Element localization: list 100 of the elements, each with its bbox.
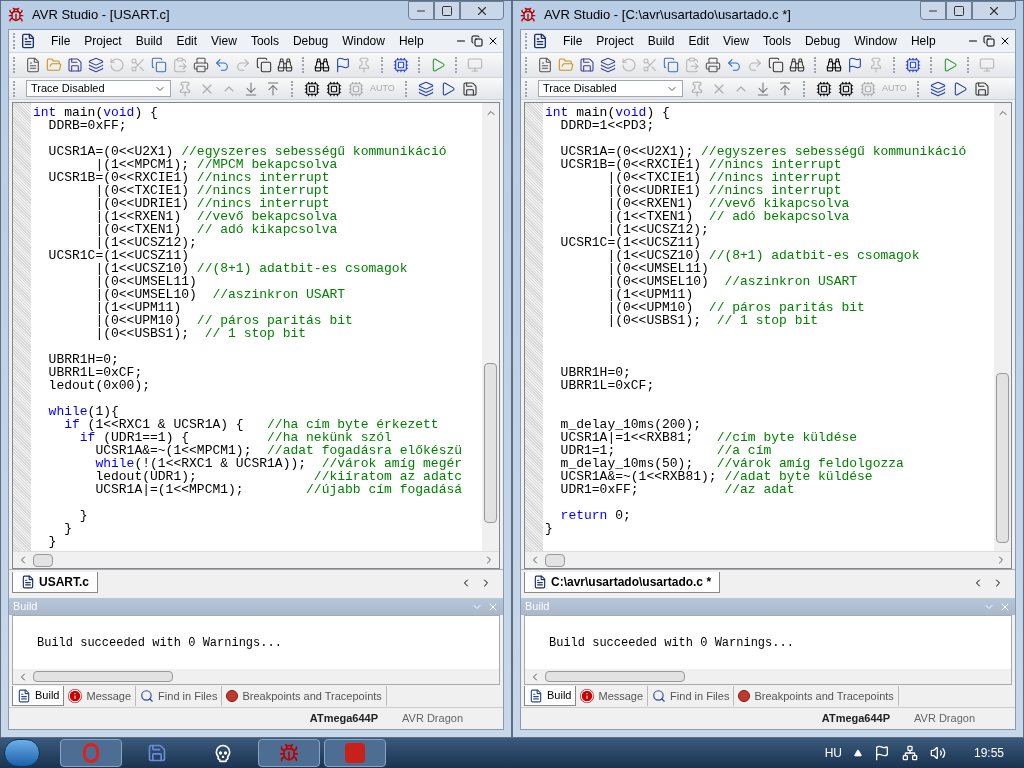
- panel-tab[interactable]: Build: [524, 686, 577, 706]
- stack-icon[interactable]: [461, 80, 478, 97]
- save-all-icon[interactable]: [88, 57, 104, 73]
- menu-item[interactable]: Window: [335, 32, 392, 50]
- document-tab[interactable]: C:\avr\usartado\usartado.c *: [524, 572, 721, 593]
- menu-item[interactable]: File: [44, 32, 78, 50]
- scrollbar-thumb[interactable]: [545, 553, 565, 567]
- menu-item[interactable]: Edit: [681, 32, 717, 50]
- start-button[interactable]: [4, 739, 40, 767]
- windows-icon[interactable]: [256, 57, 272, 73]
- trace-dropdown[interactable]: Trace Disabled: [538, 80, 683, 97]
- save-all-icon[interactable]: [600, 57, 616, 73]
- run-icon[interactable]: [942, 57, 958, 73]
- menu-item[interactable]: Help: [903, 32, 943, 50]
- scrollbar-thumb[interactable]: [996, 373, 1009, 543]
- menu-item[interactable]: View: [716, 32, 756, 50]
- scrollbar-thumb[interactable]: [33, 553, 53, 567]
- panel-tab[interactable]: Message: [576, 686, 649, 706]
- arrow-down-icon[interactable]: [243, 80, 259, 97]
- save-icon[interactable]: [67, 57, 83, 73]
- menu-item[interactable]: Edit: [169, 32, 205, 50]
- panel-tab[interactable]: Build: [12, 686, 65, 706]
- arrow-up-icon[interactable]: [777, 80, 793, 97]
- tool-status: AVR Dragon: [914, 711, 975, 727]
- flag-icon[interactable]: [847, 57, 863, 73]
- printer-icon[interactable]: [705, 57, 721, 73]
- chip-icon[interactable]: [905, 57, 921, 73]
- document-tab[interactable]: USART.c: [12, 572, 98, 593]
- new-file-icon[interactable]: [25, 57, 41, 73]
- trace-dropdown[interactable]: Trace Disabled: [26, 80, 171, 97]
- language-indicator[interactable]: HU: [824, 744, 842, 762]
- panel-tab[interactable]: Message: [64, 686, 137, 706]
- scrollbar-thumb[interactable]: [484, 363, 497, 523]
- vertical-scrollbar[interactable]: [994, 103, 1011, 551]
- menu-item[interactable]: Build: [128, 32, 170, 50]
- horizontal-scrollbar[interactable]: [13, 551, 499, 568]
- menu-item[interactable]: Help: [391, 32, 431, 50]
- horizontal-scrollbar[interactable]: [13, 669, 499, 684]
- close-icon[interactable]: [999, 35, 1011, 47]
- arrow-down-icon[interactable]: [755, 80, 771, 97]
- speaker-icon[interactable]: [929, 745, 946, 761]
- windows-icon[interactable]: [768, 57, 784, 73]
- binoculars-icon[interactable]: [314, 57, 330, 73]
- copy-icon[interactable]: [151, 57, 167, 73]
- chip-icon[interactable]: [393, 57, 409, 73]
- menu-item[interactable]: Tools: [755, 32, 798, 50]
- document-icon[interactable]: [20, 33, 36, 49]
- document-icon[interactable]: [532, 33, 548, 49]
- menu-item[interactable]: Build: [640, 32, 682, 50]
- horizontal-scrollbar[interactable]: [525, 669, 1011, 684]
- menu-item[interactable]: Project: [589, 32, 641, 50]
- menu-item[interactable]: Debug: [285, 32, 336, 50]
- copy-icon[interactable]: [663, 57, 679, 73]
- arrow-up-icon[interactable]: [265, 80, 281, 97]
- clock[interactable]: 19:55: [973, 744, 1004, 762]
- folder-icon[interactable]: [46, 57, 62, 73]
- memory-icon[interactable]: [929, 80, 946, 97]
- find-icon[interactable]: [277, 57, 293, 73]
- chip-icon[interactable]: [838, 80, 854, 97]
- panel-tab[interactable]: Find in Files: [136, 686, 223, 706]
- chip-icon[interactable]: [304, 80, 320, 97]
- panel-tab[interactable]: Breakpoints and Tracepoints: [734, 686, 899, 706]
- undo-icon[interactable]: [726, 57, 742, 73]
- flag-icon[interactable]: [335, 57, 351, 73]
- printer-icon[interactable]: [193, 57, 209, 73]
- menu-item[interactable]: Window: [847, 32, 904, 50]
- folder-icon[interactable]: [558, 57, 574, 73]
- tray-arrow-icon[interactable]: [853, 749, 862, 757]
- new-file-icon[interactable]: [537, 57, 553, 73]
- horizontal-scrollbar[interactable]: [525, 551, 1011, 568]
- restore-icon[interactable]: [983, 35, 995, 47]
- network-icon[interactable]: [901, 745, 918, 761]
- maximize-button[interactable]: [434, 1, 460, 20]
- menu-item[interactable]: File: [556, 32, 590, 50]
- pin-icon[interactable]: [177, 80, 193, 97]
- restore-icon[interactable]: [471, 35, 483, 47]
- run-icon[interactable]: [430, 57, 446, 73]
- memory-icon[interactable]: [417, 80, 434, 97]
- scrollbar-thumb[interactable]: [545, 671, 685, 682]
- menu-item[interactable]: Debug: [797, 32, 848, 50]
- binoculars-icon[interactable]: [826, 57, 842, 73]
- close-icon[interactable]: [487, 35, 499, 47]
- save-icon[interactable]: [579, 57, 595, 73]
- menu-item[interactable]: Tools: [243, 32, 286, 50]
- pin-icon[interactable]: [689, 80, 705, 97]
- find-icon[interactable]: [789, 57, 805, 73]
- vertical-scrollbar[interactable]: [482, 103, 499, 551]
- panel-tab[interactable]: Find in Files: [648, 686, 735, 706]
- menu-item[interactable]: Project: [77, 32, 129, 50]
- menu-item[interactable]: View: [204, 32, 244, 50]
- maximize-button[interactable]: [946, 1, 972, 20]
- scrollbar-thumb[interactable]: [33, 671, 173, 682]
- code-line: |(1<<UCSZ12);: [607, 223, 710, 236]
- chip-icon[interactable]: [326, 80, 342, 97]
- panel-tab[interactable]: Breakpoints and Tracepoints: [222, 686, 387, 706]
- code-line: UCSR1A|=(1<<MPCM1); //újabb cím fogadásá: [94, 483, 464, 496]
- chip-icon[interactable]: [816, 80, 832, 97]
- flag-icon[interactable]: [873, 745, 890, 761]
- undo-icon[interactable]: [214, 57, 230, 73]
- stack-icon[interactable]: [973, 80, 990, 97]
